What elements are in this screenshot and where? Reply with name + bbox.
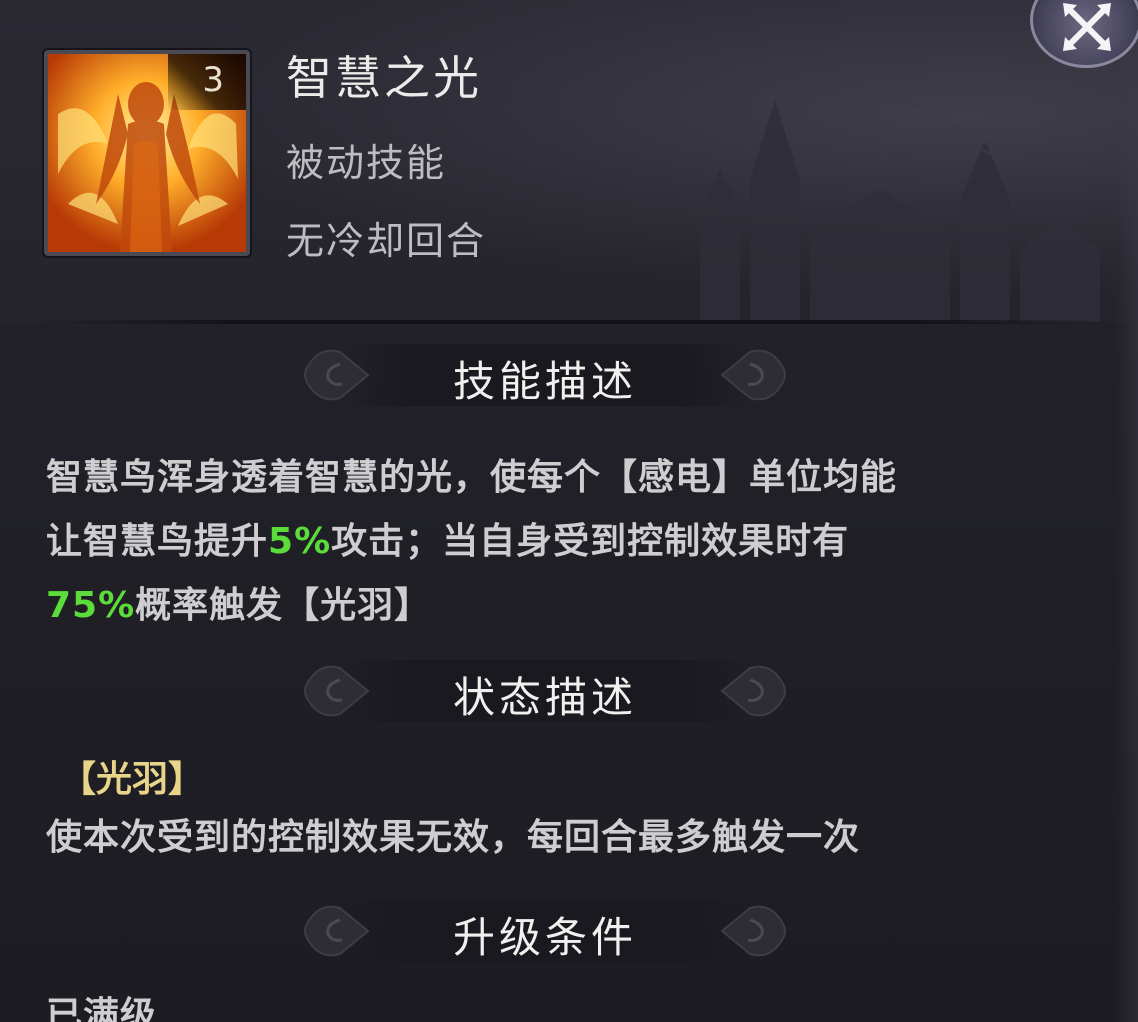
section-header-upgrade: 升级条件 <box>300 896 790 966</box>
description-line-3: 75%概率触发【光羽】 <box>46 574 1086 638</box>
skill-level: 3 <box>202 60 224 100</box>
description-text: 攻击；当自身受到控制效果时有 <box>331 521 850 562</box>
right-edge-shadow <box>1116 0 1138 1022</box>
status-description: 使本次受到的控制效果无效，每回合最多触发一次 <box>46 817 861 858</box>
skill-detail-panel: 3 智慧之光 被动技能 无冷却回合 技能描述 智慧鸟浑身透着智慧的光，使每个【感… <box>0 0 1138 1022</box>
header-divider <box>36 320 1116 324</box>
castle-silhouette <box>700 100 1100 322</box>
skill-name: 智慧之光 <box>286 51 482 105</box>
status-name: 【光羽】 <box>60 759 205 800</box>
section-header-description: 技能描述 <box>300 340 790 410</box>
level-badge: 3 <box>168 54 246 110</box>
description-text: 概率触发【光羽】 <box>135 585 432 626</box>
skill-icon: 3 <box>42 48 252 258</box>
skill-cooldown: 无冷却回合 <box>286 219 487 263</box>
skill-type: 被动技能 <box>286 141 447 185</box>
upgrade-condition: 已满级 <box>46 995 158 1022</box>
section-header-status: 状态描述 <box>300 656 790 726</box>
section-title: 状态描述 <box>452 673 637 722</box>
section-title: 升级条件 <box>452 913 637 962</box>
close-icon <box>1063 3 1111 51</box>
highlight-value: 75% <box>46 585 136 626</box>
description-text: 让智慧鸟提升 <box>46 521 269 562</box>
description-line-2: 让智慧鸟提升5%攻击；当自身受到控制效果时有 <box>46 510 1086 574</box>
description-line-1: 智慧鸟浑身透着智慧的光，使每个【感电】单位均能 <box>46 457 898 498</box>
skill-description: 智慧鸟浑身透着智慧的光，使每个【感电】单位均能 让智慧鸟提升5%攻击；当自身受到… <box>46 446 1086 638</box>
section-title: 技能描述 <box>452 357 637 406</box>
highlight-value: 5% <box>268 521 332 562</box>
